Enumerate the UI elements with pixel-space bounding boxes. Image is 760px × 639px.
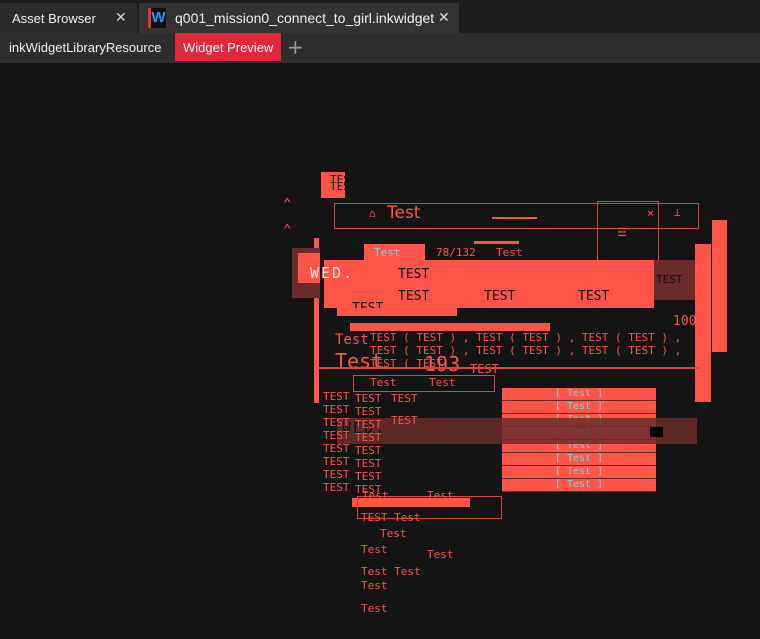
widget-left-column-item: TEST (323, 442, 350, 455)
list-row-label: [ Test ] (554, 479, 604, 490)
add-tab-icon[interactable]: + (287, 35, 304, 59)
widget-left-column-item: TEST (323, 429, 350, 442)
header-icon: ⌂ (369, 207, 376, 220)
arrow-up-icon: ⌃ (283, 196, 292, 212)
widget-list-row: [ Test ] (502, 479, 656, 492)
widget-title-test: Test (335, 332, 369, 348)
widget-mid-column-item: TEST (355, 405, 382, 418)
widget-lower-test: Test (361, 579, 388, 592)
widget-list-row: [ Test ] (502, 401, 656, 414)
widget-progress-bar (350, 323, 550, 331)
close-icon: ⨯ (647, 206, 655, 220)
inkwidget-file-icon: W (148, 8, 166, 28)
arrow-up-icon: ⌃ (283, 222, 292, 238)
widget-tab-label: Test (374, 246, 401, 259)
widget-lower-test: Test Test (361, 565, 421, 578)
widget-logo: WED. (310, 264, 355, 282)
widget-divider (318, 367, 700, 369)
widget-header-bar (492, 217, 537, 219)
widget-red-strip (337, 308, 457, 316)
tab-asset-browser[interactable]: Asset Browser ✕ (0, 3, 137, 33)
widget-left-column-item: TEST (323, 455, 350, 468)
widget-tab-indicator (474, 241, 519, 244)
close-icon[interactable]: ✕ (438, 9, 450, 26)
widget-mid-column-item: TEST (355, 444, 382, 457)
widget-mid-column-item: TEST (355, 392, 382, 405)
tab-label: q001_mission0_connect_to_girl.inkwidget (175, 10, 435, 26)
pin-icon: ⊥ (674, 206, 681, 219)
editor-tab-bar: Asset Browser ✕ W q001_mission0_connect_… (0, 0, 760, 33)
widget-list-line: TEST ( TEST ) , TEST ( TEST ) , TEST ( T… (370, 331, 682, 344)
close-icon[interactable]: ✕ (115, 9, 127, 26)
widget-mid-column-item: TEST (355, 457, 382, 470)
menu-icon: ☰ (617, 226, 627, 239)
widget-number-193: 193 (424, 352, 461, 376)
widget-label-test: TEST (578, 289, 610, 304)
widget-lower-test: Test (427, 489, 454, 502)
widget-left-column-item: TEST (323, 468, 350, 481)
tab-inkwidget-file[interactable]: W q001_mission0_connect_to_girl.inkwidge… (139, 3, 459, 33)
list-row-label: [ Test ] (554, 453, 604, 464)
widget-header-title: Test (387, 203, 421, 223)
widget-number-100: 100 (673, 314, 697, 329)
widget-black-square (650, 427, 663, 437)
widget-label-test: TEST (391, 414, 418, 427)
document-subtab-bar: inkWidgetLibraryResource Widget Preview … (0, 33, 760, 63)
widget-label-test: TEST (470, 362, 499, 376)
widget-label-test: TEST (330, 180, 357, 193)
widget-preview-canvas[interactable]: TEST TEST ⌃ ⌃ ⌂ Test ⨯ ⊥ ☰ Test 78/132 T… (2, 63, 760, 639)
widget-left-column-item: TEST (323, 403, 350, 416)
widget-lower-test: Test (361, 602, 388, 615)
widget-tab-label-right: Test (496, 246, 523, 259)
widget-mid-column-item: TEST (355, 431, 382, 444)
widget-label-test: TEST (398, 289, 430, 304)
widget-mid-column-item: TEST (355, 418, 382, 431)
widget-mid-column-item: TEST (355, 470, 382, 483)
widget-lower-test: Test (362, 489, 389, 502)
widget-lower-test: TEST Test (361, 511, 421, 524)
widget-lower-test: Test (427, 548, 454, 561)
list-row-label: [ Test ] (554, 388, 604, 399)
widget-lower-test: Test (361, 543, 388, 556)
widget-left-column-item: TEST (323, 481, 350, 494)
widget-list-line: TEST ( TEST ) , TEST ( TEST ) , TEST ( T… (370, 344, 682, 357)
tab-label: Asset Browser (12, 10, 96, 26)
widget-left-column-item: TEST (323, 416, 350, 429)
widget-label-test: TEST (398, 267, 430, 282)
widget-left-column-item: TEST (323, 390, 350, 403)
widget-right-bar (695, 244, 711, 402)
widget-title-test: Test (370, 376, 397, 389)
widget-label-test: TEST (656, 273, 683, 286)
widget-list-row: [ Test ] (502, 388, 656, 401)
list-row-label: [ Test ] (554, 401, 604, 412)
widget-lower-test: Test (380, 527, 407, 540)
widget-list-row: [ Test ] (502, 466, 656, 479)
list-row-label: [ Test ] (554, 466, 604, 477)
widget-label-test: TEST (484, 289, 516, 304)
subtab-inkwidget-library-resource[interactable]: inkWidgetLibraryResource (4, 33, 166, 61)
widget-title-test: Test (429, 376, 456, 389)
widget-list-row: [ Test ] (502, 453, 656, 466)
subtab-widget-preview[interactable]: Widget Preview (175, 33, 282, 61)
widget-counter: 78/132 (436, 246, 476, 259)
widget-right-bar (712, 220, 727, 352)
widget-label-test: TEST (391, 392, 418, 405)
